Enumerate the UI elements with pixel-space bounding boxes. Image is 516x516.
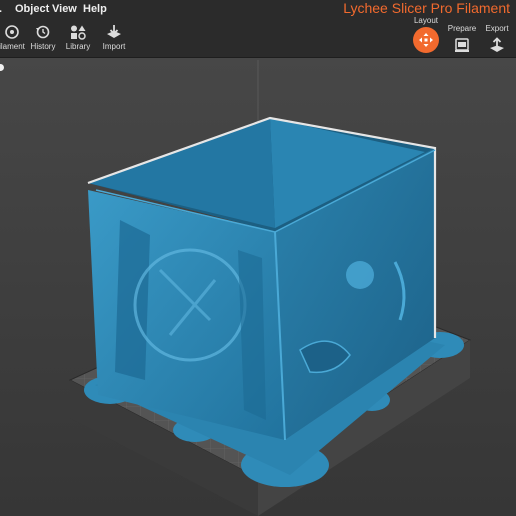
import-label: Import bbox=[102, 42, 126, 51]
mode-prepare-button[interactable]: Prepare bbox=[442, 16, 482, 58]
mode-layout-label: Layout bbox=[413, 16, 439, 25]
mode-layout-button[interactable]: Layout bbox=[406, 16, 446, 58]
printer-icon bbox=[455, 38, 469, 52]
menu-object[interactable]: Object bbox=[15, 3, 49, 15]
mode-prepare-label: Prepare bbox=[447, 24, 477, 33]
mode-export-button[interactable]: Export bbox=[477, 16, 516, 58]
3d-viewport[interactable] bbox=[0, 58, 516, 516]
menu-view[interactable]: View bbox=[52, 3, 77, 15]
menu-help[interactable]: Help bbox=[83, 3, 107, 15]
history-icon bbox=[36, 25, 50, 39]
layout-active-indicator bbox=[413, 27, 439, 53]
scene-svg bbox=[0, 58, 516, 516]
import-icon bbox=[107, 25, 121, 38]
export-icon bbox=[490, 37, 504, 52]
menu-item-partial[interactable]: . bbox=[0, 3, 2, 15]
filament-spool-icon bbox=[5, 25, 19, 39]
move-arrows-icon bbox=[419, 33, 433, 47]
mode-export-label: Export bbox=[485, 24, 509, 33]
import-button[interactable]: Import bbox=[92, 24, 136, 54]
library-shapes-icon bbox=[71, 25, 86, 40]
app-title: Lychee Slicer Pro Filament bbox=[343, 0, 510, 16]
top-bar: . Object View Help Lychee Slicer Pro Fil… bbox=[0, 0, 516, 58]
